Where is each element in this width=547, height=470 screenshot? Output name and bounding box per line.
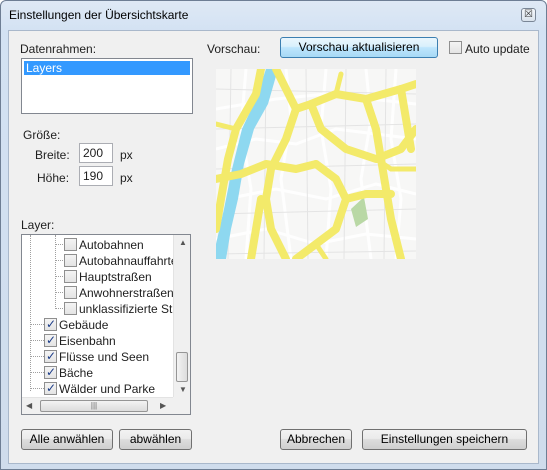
scroll-right-icon[interactable]: ▶: [160, 401, 166, 410]
checkbox[interactable]: [64, 270, 77, 283]
checkbox[interactable]: [64, 302, 77, 315]
scroll-thumb-horizontal[interactable]: |||: [40, 400, 148, 412]
scroll-thumb[interactable]: [176, 352, 188, 382]
map-preview: [216, 69, 416, 259]
window-title: Einstellungen der Übersichtskarte: [9, 8, 189, 22]
dialog-client-area: Datenrahmen: Layers Größe: Breite: 200 p…: [8, 30, 539, 464]
datenrahmen-item-layers[interactable]: Layers: [24, 61, 190, 75]
scroll-down-icon[interactable]: ▼: [179, 385, 187, 394]
layer-label: Layer:: [21, 218, 55, 232]
scroll-up-icon[interactable]: ▲: [179, 238, 187, 247]
layer-tree-horizontal-scrollbar[interactable]: ◀ ||| ▶: [22, 397, 173, 414]
refresh-preview-button[interactable]: Vorschau aktualisieren: [280, 37, 438, 58]
select-all-button[interactable]: Alle anwählen: [21, 429, 113, 450]
checkbox[interactable]: [44, 364, 57, 380]
scroll-left-icon[interactable]: ◀: [26, 401, 32, 410]
title-bar: Einstellungen der Übersichtskarte ☒: [1, 1, 546, 29]
checkbox[interactable]: [64, 238, 77, 251]
checkbox[interactable]: [44, 348, 57, 364]
datenrahmen-label: Datenrahmen:: [20, 42, 97, 56]
close-button[interactable]: ☒: [521, 8, 536, 22]
hoehe-unit: px: [120, 171, 133, 185]
hoehe-label: Höhe:: [37, 171, 70, 185]
auto-update-checkbox[interactable]: [449, 41, 462, 54]
layer-tree-vertical-scrollbar[interactable]: ▲ ▼: [173, 235, 190, 397]
checkbox[interactable]: [64, 286, 77, 299]
checkbox[interactable]: [44, 332, 57, 348]
save-settings-button[interactable]: Einstellungen speichern: [362, 429, 527, 450]
cancel-button[interactable]: Abbrechen: [280, 429, 352, 450]
checkbox[interactable]: [64, 254, 77, 267]
datenrahmen-list[interactable]: Layers: [21, 58, 193, 114]
checkbox[interactable]: [44, 316, 57, 332]
breite-unit: px: [120, 148, 133, 162]
scroll-corner: [173, 397, 190, 414]
breite-input[interactable]: 200: [79, 143, 113, 163]
groesse-label: Größe:: [23, 128, 61, 142]
auto-update-label: Auto update: [465, 42, 530, 56]
map-preview-image: [216, 69, 416, 259]
checkbox[interactable]: [44, 380, 57, 396]
layer-tree[interactable]: Autobahnen Autobahnauffahrten Hauptstraß…: [21, 234, 191, 415]
vorschau-label: Vorschau:: [207, 42, 261, 56]
settings-dialog: Einstellungen der Übersichtskarte ☒ Date…: [0, 0, 547, 470]
deselect-button[interactable]: abwählen: [119, 429, 192, 450]
breite-label: Breite:: [35, 148, 70, 162]
hoehe-input[interactable]: 190: [79, 166, 113, 186]
